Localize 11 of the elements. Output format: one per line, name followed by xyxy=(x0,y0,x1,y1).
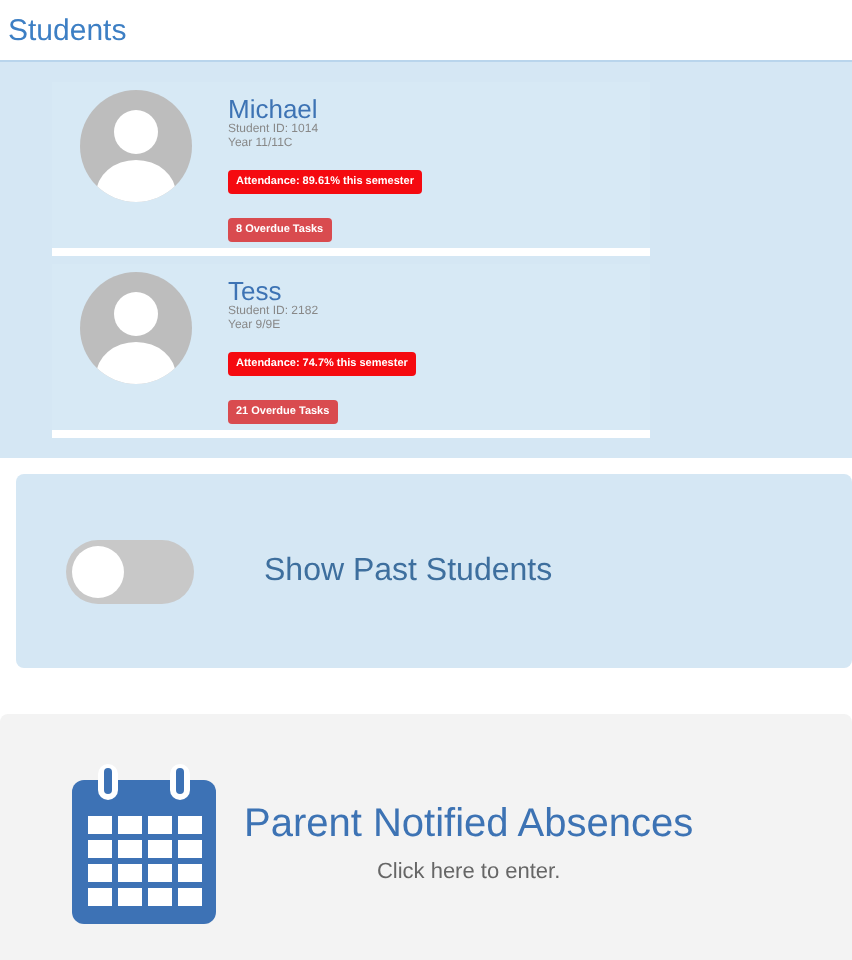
calendar-icon xyxy=(72,764,216,924)
student-name: Tess xyxy=(228,276,282,306)
student-name: Michael xyxy=(228,94,320,124)
toggle-label: Show Past Students xyxy=(264,551,553,591)
toggle-switch[interactable] xyxy=(66,539,194,603)
absences-hint: Click here to enter. xyxy=(374,857,563,888)
avatar-icon xyxy=(80,272,192,384)
section-title: Students xyxy=(6,12,129,52)
absences-title: Parent Notified Absences xyxy=(244,799,694,848)
avatar-icon xyxy=(80,90,192,202)
absences-panel[interactable]: Parent Notified Absences Click here to enter. xyxy=(0,714,852,960)
